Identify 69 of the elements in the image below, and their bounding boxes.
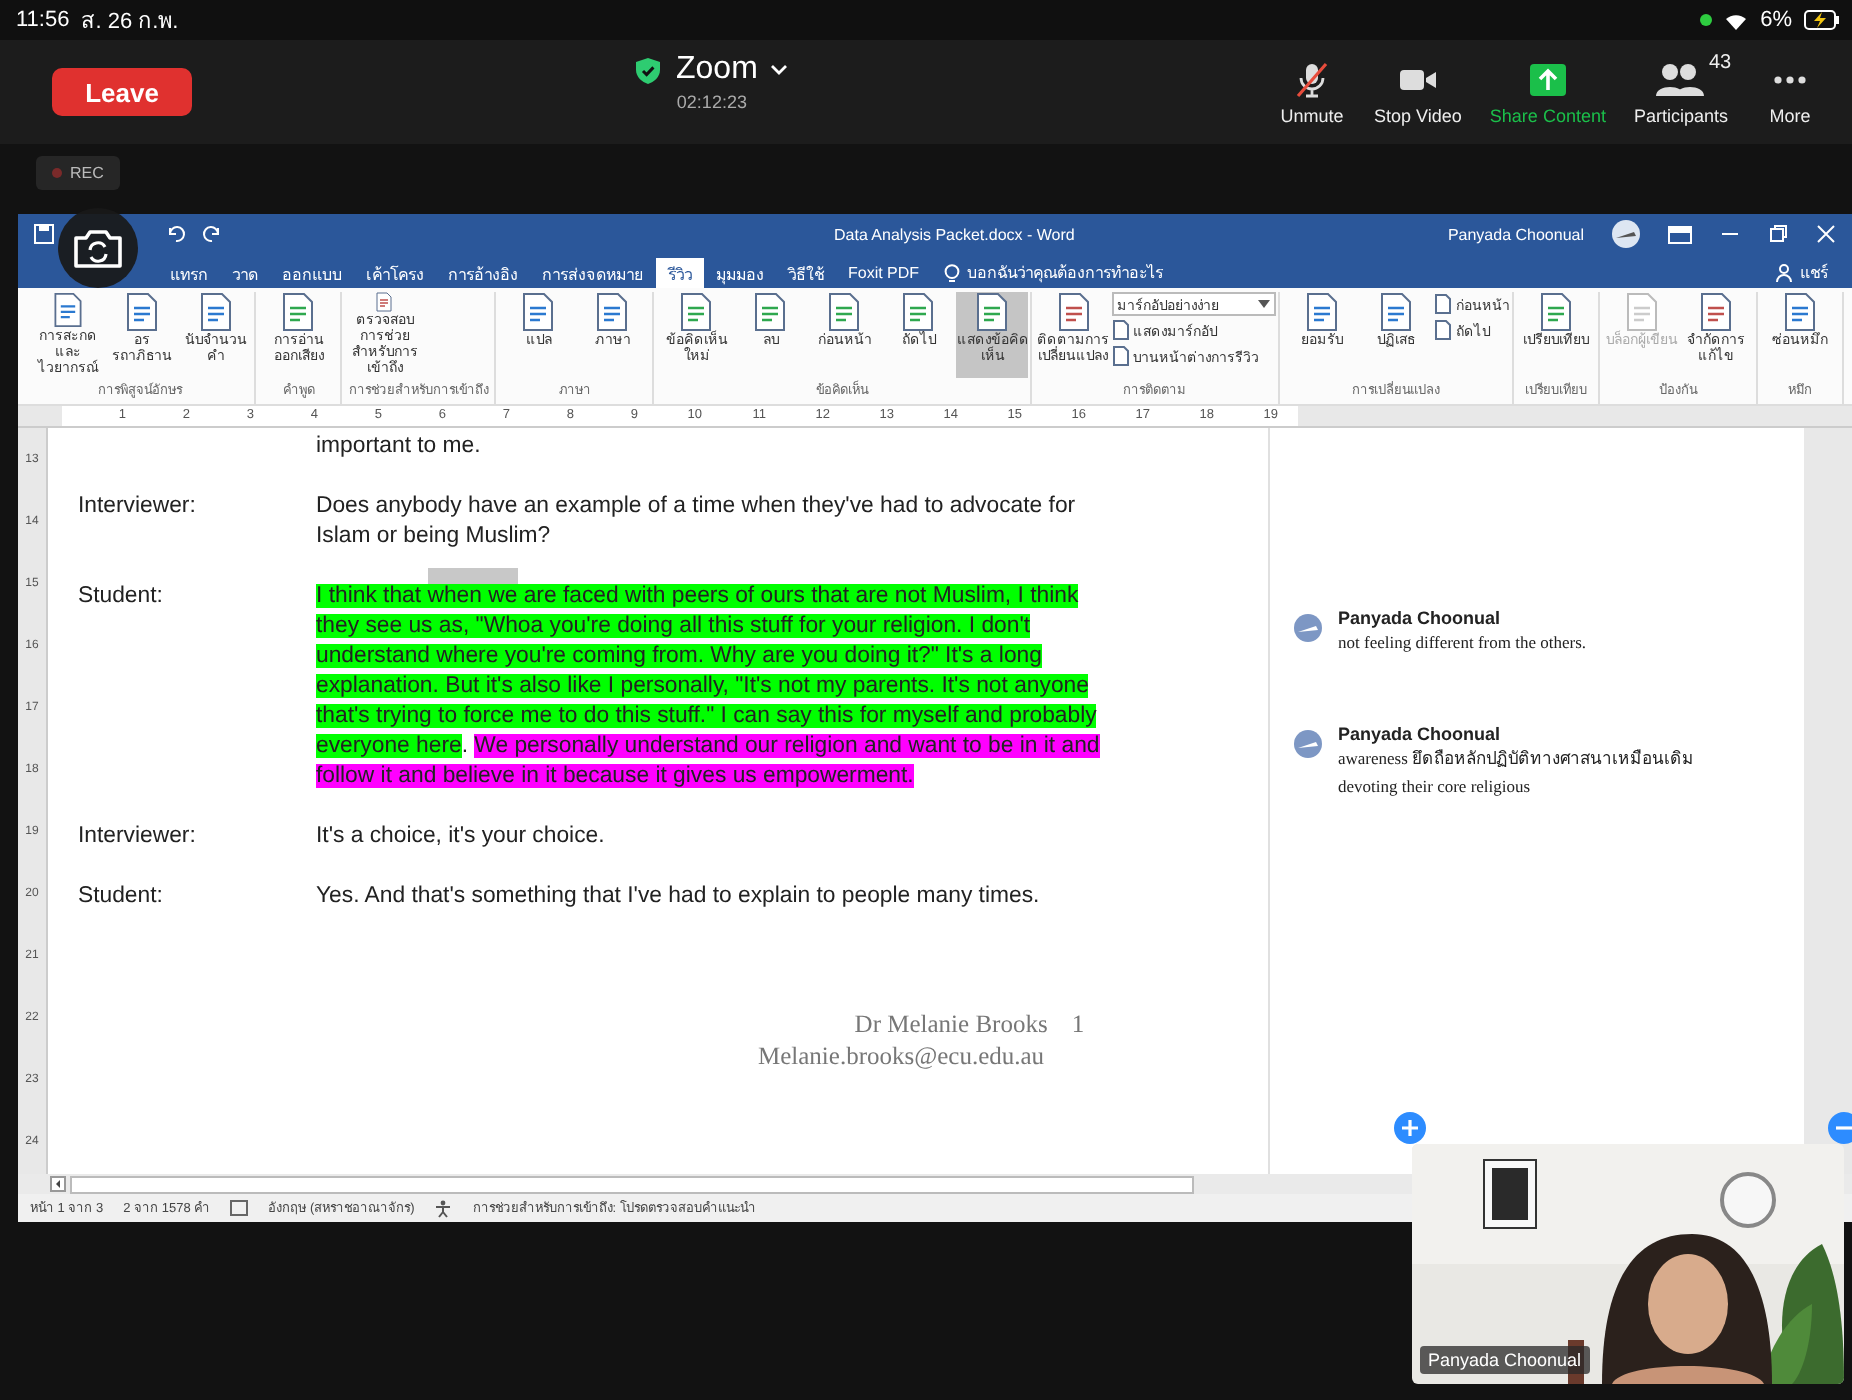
battery-percent: 6% [1760, 8, 1792, 32]
stop-video-button[interactable]: Stop Video [1374, 59, 1462, 125]
tell-me-search[interactable]: บอกฉันว่าคุณต้องการทำอะไร [931, 258, 1176, 288]
avatar-icon[interactable] [1612, 220, 1640, 248]
ribbon-tab[interactable]: รีวิว [656, 258, 704, 288]
more-icon [1774, 75, 1806, 83]
avatar-icon [1294, 730, 1322, 758]
avatar-icon [1294, 614, 1322, 642]
scroll-left-icon[interactable] [50, 1176, 66, 1192]
caret-icon [1257, 300, 1270, 308]
ribbon-tab[interactable]: Foxit PDF [836, 258, 932, 288]
camera-rotate-icon [72, 226, 124, 270]
redo-icon[interactable] [202, 224, 222, 244]
ribbon-tab[interactable]: ออกแบบ [270, 258, 354, 288]
status-dot-icon [1700, 14, 1713, 26]
window-title: Data Analysis Packet.docx - Word [834, 225, 1075, 243]
lightbulb-icon [943, 263, 960, 283]
footer-email: Melanie.brooks@ecu.edu.au [758, 1040, 1045, 1072]
recording-badge: REC [36, 156, 120, 190]
unmute-button[interactable]: Unmute [1278, 59, 1347, 125]
undo-icon[interactable] [166, 224, 186, 244]
speaker-label: Interviewer: [78, 824, 196, 848]
footer-author: Dr Melanie Brooks [854, 1008, 1048, 1040]
minus-icon [1836, 1120, 1852, 1136]
wifi-icon [1724, 11, 1749, 29]
shield-check-icon [636, 57, 660, 83]
user-name: Panyada Choonual [1447, 225, 1584, 243]
share-content-button[interactable]: Share Content [1489, 59, 1606, 125]
ribbon-tab[interactable]: แทรก [158, 258, 220, 288]
clock-time: 11:56 [16, 8, 70, 32]
ribbon-tab[interactable]: การส่งจดหมาย [530, 258, 656, 288]
date-text: ส. 26 ก.พ. [81, 8, 179, 38]
record-dot-icon [52, 168, 62, 178]
plus-icon [1402, 1120, 1418, 1136]
transcript-text: Yes. And that's something that I've had to explain to people many times. [316, 882, 1042, 912]
person-icon [1776, 264, 1792, 282]
share-button[interactable]: แชร์ [1764, 258, 1840, 288]
accessibility-icon [434, 1199, 453, 1217]
ribbon-tab[interactable]: วิธีใช้ [776, 258, 836, 288]
comment-text: not feeling different from the others. [1338, 630, 1586, 656]
participant-name: Panyada Choonual [1420, 1346, 1590, 1374]
leave-button[interactable]: Leave [52, 68, 192, 116]
meeting-title-button[interactable]: Zoom [676, 52, 788, 88]
ribbon-tab[interactable]: เค้าโครง [354, 258, 436, 288]
more-button[interactable]: More [1756, 59, 1824, 125]
video-tile[interactable]: Panyada Choonual [1412, 1144, 1844, 1384]
close-icon[interactable] [1816, 224, 1836, 244]
battery-charging-icon [1804, 10, 1840, 30]
chevron-down-icon [769, 64, 788, 76]
restore-icon[interactable] [1768, 224, 1788, 244]
page-number: 1 [1071, 1008, 1085, 1040]
ribbon-tab[interactable]: วาด [220, 258, 270, 288]
save-icon[interactable] [34, 224, 54, 244]
speaker-label: Student: [78, 584, 163, 608]
transcript-text: Does anybody have an example of a time when they've had to advocate for Islam or being Muslim? [316, 492, 1078, 552]
comment-text: devoting their core religious [1338, 774, 1533, 800]
ribbon-display-icon[interactable] [1668, 225, 1692, 243]
people-icon [1654, 59, 1707, 99]
speaker-label: Student: [78, 884, 163, 908]
comment-author: Panyada Choonual [1338, 608, 1503, 628]
meeting-duration: 02:12:23 [676, 92, 747, 112]
ribbon-tab[interactable]: การอ้างอิง [436, 258, 530, 288]
transcript-text: It's a choice, it's your choice. [316, 822, 607, 852]
ribbon-tab[interactable]: มุมมอง [704, 258, 776, 288]
speaker-label: Interviewer: [78, 494, 196, 518]
transcript-text: important to me. [316, 432, 483, 462]
comment-author: Panyada Choonual [1338, 724, 1503, 744]
comment-text: awareness ยึดถือหลักปฏิบัติทางศาสนาเหมือนเดิม [1338, 746, 1695, 772]
document-check-icon [230, 1200, 249, 1216]
